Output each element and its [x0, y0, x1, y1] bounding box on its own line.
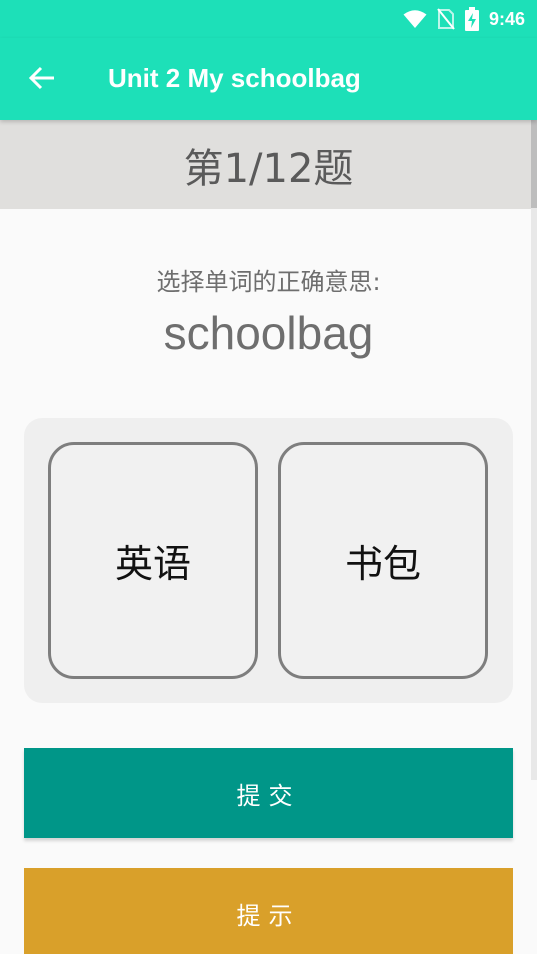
option-card-1[interactable]: 英语 — [48, 442, 258, 679]
battery-charging-icon — [464, 7, 479, 31]
question-counter-band: 第1/12题 — [0, 120, 537, 209]
status-time: 9:46 — [488, 8, 525, 29]
screen: 9:46 Unit 2 My schoolbag 第1/12题 选择单词的正确意… — [0, 0, 537, 954]
wifi-icon — [403, 10, 427, 28]
options-panel: 英语 书包 — [24, 418, 513, 703]
hint-button-label: 提示 — [236, 901, 301, 930]
submit-button-label: 提交 — [236, 781, 301, 810]
arrow-left-icon — [28, 66, 54, 90]
app-bar: Unit 2 My schoolbag — [0, 38, 537, 120]
no-sim-icon — [437, 8, 455, 30]
status-bar: 9:46 — [0, 0, 537, 38]
page-title: Unit 2 My schoolbag — [108, 63, 361, 93]
option-label: 英语 — [114, 542, 191, 586]
option-card-2[interactable]: 书包 — [278, 442, 488, 679]
hint-button[interactable]: 提示 — [24, 868, 513, 954]
status-icons: 9:46 — [403, 6, 525, 32]
question-prompt: 选择单词的正确意思: — [156, 268, 381, 296]
back-button[interactable] — [24, 60, 60, 96]
question-word: schoolbag — [163, 307, 374, 359]
question-counter: 第1/12题 — [183, 145, 354, 192]
scrollbar-thumb[interactable] — [531, 120, 537, 208]
option-label: 书包 — [344, 542, 421, 586]
submit-button[interactable]: 提交 — [24, 748, 513, 838]
